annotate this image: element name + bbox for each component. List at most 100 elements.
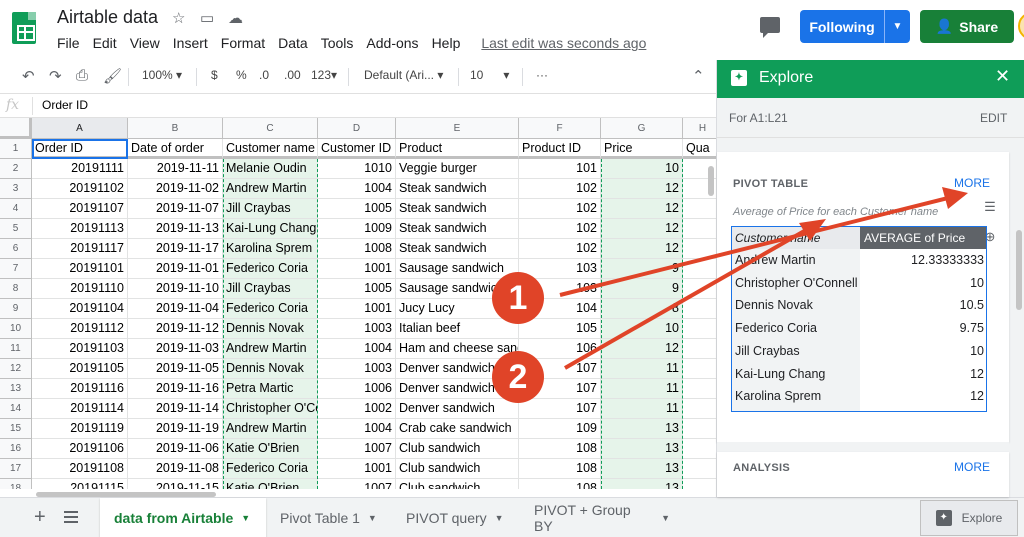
table-cell[interactable]: 9: [601, 279, 683, 299]
table-cell[interactable]: 102: [519, 179, 601, 199]
table-cell[interactable]: 10: [601, 159, 683, 179]
table-cell[interactable]: 11: [601, 379, 683, 399]
table-cell[interactable]: 2019-11-14: [128, 399, 223, 419]
table-cell[interactable]: 20191113: [32, 219, 128, 239]
analysis-more-button[interactable]: MORE: [954, 460, 990, 474]
share-button[interactable]: 👤 Share: [920, 10, 1014, 43]
table-cell[interactable]: 102: [519, 239, 601, 259]
table-cell[interactable]: [683, 459, 716, 479]
table-cell[interactable]: 20191116: [32, 379, 128, 399]
table-cell[interactable]: Dennis Novak: [223, 359, 318, 379]
row-header[interactable]: 17: [0, 459, 32, 479]
table-cell[interactable]: 2019-11-01: [128, 259, 223, 279]
table-cell[interactable]: 20191108: [32, 459, 128, 479]
table-cell[interactable]: 1005: [318, 199, 396, 219]
menu-data[interactable]: Data: [278, 35, 308, 53]
chevron-down-icon[interactable]: ▼: [885, 21, 910, 32]
table-cell[interactable]: [683, 359, 716, 379]
table-cell[interactable]: 2019-11-08: [128, 459, 223, 479]
font-select[interactable]: Default (Ari... ▾: [364, 68, 443, 82]
menu-file[interactable]: File: [57, 35, 80, 53]
table-cell[interactable]: Jill Craybas: [223, 199, 318, 219]
pivot-table-preview[interactable]: Customer name AVERAGE of Price Andrew Ma…: [731, 226, 987, 412]
row-header[interactable]: 18: [0, 479, 32, 489]
grid-horizontal-scrollbar[interactable]: [36, 492, 216, 497]
table-cell[interactable]: Federico Coria: [223, 259, 318, 279]
edit-range-button[interactable]: EDIT: [980, 111, 1007, 125]
table-cell[interactable]: 2019-11-11: [128, 159, 223, 179]
row-header[interactable]: 3: [0, 179, 32, 199]
table-cell[interactable]: 13: [601, 459, 683, 479]
header-cell[interactable]: Order ID: [32, 139, 128, 159]
column-header-h[interactable]: H: [683, 118, 716, 139]
column-header-a[interactable]: A: [32, 118, 128, 139]
table-cell[interactable]: Crab cake sandwich: [396, 419, 519, 439]
chevron-down-icon[interactable]: ▼: [241, 513, 250, 523]
row-header[interactable]: 1: [0, 139, 32, 159]
table-cell[interactable]: 20191106: [32, 439, 128, 459]
table-cell[interactable]: 20191119: [32, 419, 128, 439]
table-cell[interactable]: [683, 419, 716, 439]
row-header[interactable]: 13: [0, 379, 32, 399]
table-cell[interactable]: 1006: [318, 379, 396, 399]
sheet-tab[interactable]: PIVOT + Group BY ▼: [520, 498, 670, 537]
table-cell[interactable]: 20191105: [32, 359, 128, 379]
table-cell[interactable]: 2019-11-07: [128, 199, 223, 219]
table-cell[interactable]: Kai-Lung Chang: [223, 219, 318, 239]
table-cell[interactable]: Katie O'Brien: [223, 439, 318, 459]
table-cell[interactable]: 101: [519, 159, 601, 179]
chevron-down-icon[interactable]: ▼: [495, 513, 504, 523]
row-header[interactable]: 16: [0, 439, 32, 459]
table-cell[interactable]: 12: [601, 179, 683, 199]
table-cell[interactable]: Christopher O'Connell: [223, 399, 318, 419]
table-cell[interactable]: 1001: [318, 259, 396, 279]
table-cell[interactable]: Andrew Martin: [223, 179, 318, 199]
table-cell[interactable]: 1009: [318, 219, 396, 239]
table-cell[interactable]: [683, 339, 716, 359]
menu-format[interactable]: Format: [221, 35, 265, 53]
table-cell[interactable]: 20191111: [32, 159, 128, 179]
explore-scrollbar[interactable]: [1016, 230, 1022, 310]
table-cell[interactable]: 1004: [318, 179, 396, 199]
spreadsheet-grid[interactable]: A B C D E F G H 1 2 3 4 5 6 7 8 9 10 11 12 13 14 15 16 17 18 Order…: [0, 118, 716, 489]
table-cell[interactable]: 108: [519, 439, 601, 459]
row-header[interactable]: 8: [0, 279, 32, 299]
table-cell[interactable]: 2019-11-19: [128, 419, 223, 439]
column-header-e[interactable]: E: [396, 118, 519, 139]
table-cell[interactable]: Katie O'Brien: [223, 479, 318, 489]
column-header-d[interactable]: D: [318, 118, 396, 139]
table-cell[interactable]: 2019-11-02: [128, 179, 223, 199]
table-cell[interactable]: 10: [601, 319, 683, 339]
column-header-b[interactable]: B: [128, 118, 223, 139]
table-cell[interactable]: Sausage sandwich: [396, 259, 519, 279]
table-cell[interactable]: Karolina Sprem: [223, 239, 318, 259]
currency-format-button[interactable]: $: [211, 68, 218, 82]
row-header[interactable]: 11: [0, 339, 32, 359]
table-cell[interactable]: [683, 299, 716, 319]
table-cell[interactable]: 1003: [318, 319, 396, 339]
table-cell[interactable]: 20191114: [32, 399, 128, 419]
table-cell[interactable]: Andrew Martin: [223, 339, 318, 359]
table-cell[interactable]: 12: [601, 219, 683, 239]
row-header[interactable]: 6: [0, 239, 32, 259]
formula-input[interactable]: Order ID: [42, 98, 88, 112]
redo-icon[interactable]: ↷: [49, 67, 62, 85]
table-cell[interactable]: 2019-11-03: [128, 339, 223, 359]
close-icon[interactable]: ✕: [995, 66, 1010, 87]
header-cell[interactable]: Qua: [683, 139, 716, 159]
table-cell[interactable]: Melanie Oudin: [223, 159, 318, 179]
row-header[interactable]: 9: [0, 299, 32, 319]
table-cell[interactable]: 20191103: [32, 339, 128, 359]
table-cell[interactable]: 2019-11-13: [128, 219, 223, 239]
table-cell[interactable]: 20191102: [32, 179, 128, 199]
table-cell[interactable]: 12: [601, 339, 683, 359]
more-formats-select[interactable]: 123▾: [311, 68, 337, 82]
table-cell[interactable]: 2019-11-10: [128, 279, 223, 299]
table-cell[interactable]: [683, 239, 716, 259]
table-cell[interactable]: [683, 439, 716, 459]
table-cell[interactable]: 2019-11-06: [128, 439, 223, 459]
collapse-toolbar-icon[interactable]: ⌃: [692, 67, 705, 85]
table-cell[interactable]: 2019-11-04: [128, 299, 223, 319]
table-cell[interactable]: 1001: [318, 299, 396, 319]
table-cell[interactable]: 2019-11-12: [128, 319, 223, 339]
